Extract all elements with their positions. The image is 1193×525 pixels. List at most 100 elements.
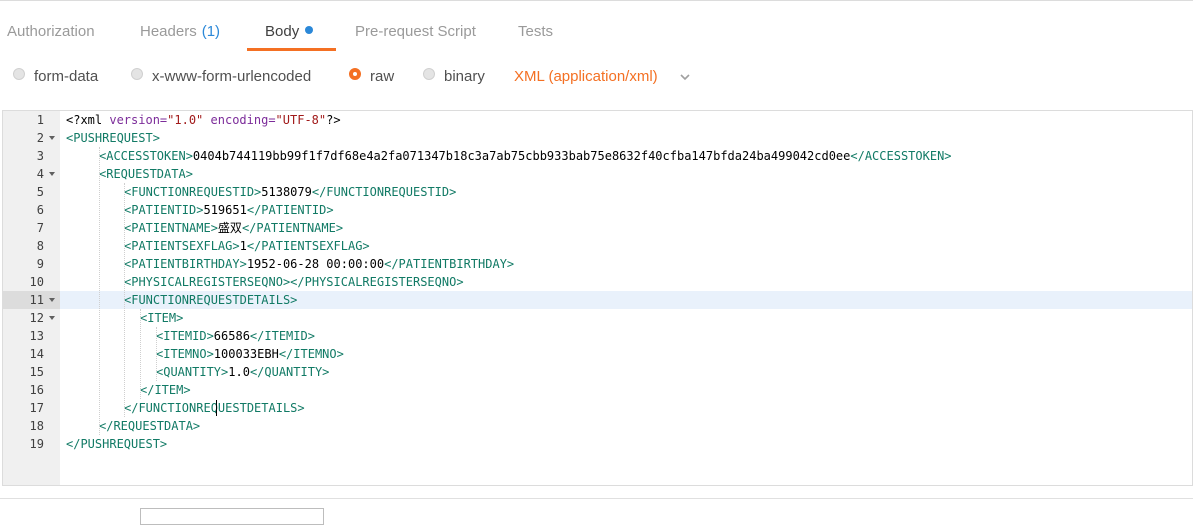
indent-guide [140, 309, 141, 399]
token-tag: </PATIENTID> [246, 203, 334, 217]
token-tag: </ITEM> [140, 383, 191, 397]
code-line[interactable]: 2 <PUSHREQUEST> [3, 129, 1192, 147]
code-text: <REQUESTDATA> [99, 165, 193, 183]
code-line[interactable]: 8 <PATIENTSEXFLAG>1</PATIENTSEXFLAG> [3, 237, 1192, 255]
request-tabs: Authorization Headers (1) Body Pre-reques… [0, 0, 1193, 51]
code-line[interactable]: 9 <PATIENTBIRTHDAY>1952-06-28 00:00:00</P… [3, 255, 1192, 273]
code-line[interactable]: 3 <ACCESSTOKEN>0404b744119bb99f1f7df68e4a… [3, 147, 1192, 165]
code-line[interactable]: 18 </REQUESTDATA> [3, 417, 1192, 435]
line-number-text: 15 [29, 365, 44, 379]
token-txt: 0404b744119bb99f1f7df68e4a2fa071347b18c3… [192, 149, 851, 163]
code-line[interactable]: 16 </ITEM> [3, 381, 1192, 399]
tab-label: Authorization [7, 23, 95, 40]
token-tag: </PATIENTNAME> [241, 221, 344, 235]
code-line[interactable]: 11 <FUNCTIONREQUESTDETAILS> [3, 291, 1192, 309]
radio-binary[interactable]: binary [423, 68, 485, 85]
code-editor[interactable]: 1 <?xml version="1.0" encoding="UTF-8"?> 2… [2, 110, 1193, 525]
code-line[interactable]: 4 <REQUESTDATA> [3, 165, 1192, 183]
token-tag: <ITEMID> [156, 329, 214, 343]
line-number: 15 [3, 363, 60, 381]
code-line[interactable]: 13 <ITEMID>66586</ITEMID> [3, 327, 1192, 345]
tab-headers[interactable]: Headers (1) [140, 23, 220, 40]
radio-label: binary [444, 68, 485, 85]
tab-label: Body [265, 23, 300, 40]
line-number-text: 13 [29, 329, 44, 343]
token-txt: 100033EBH [213, 347, 279, 361]
code-line[interactable]: 7 <PATIENTNAME>盛双</PATIENTNAME> [3, 219, 1192, 237]
code-line[interactable]: 15 <QUANTITY>1.0</QUANTITY> [3, 363, 1192, 381]
tab-label: Headers [140, 23, 197, 40]
token-attr: encoding= [210, 113, 276, 127]
code-text: <PATIENTSEXFLAG>1</PATIENTSEXFLAG> [124, 237, 370, 255]
code-text: <PATIENTNAME>盛双</PATIENTNAME> [124, 219, 343, 237]
line-number-text: 4 [36, 167, 44, 181]
code-text: <PUSHREQUEST> [66, 129, 160, 147]
code-text: <ACCESSTOKEN>0404b744119bb99f1f7df68e4a2… [99, 147, 952, 165]
fold-arrow-icon[interactable] [49, 136, 55, 140]
token-tag: </QUANTITY> [249, 365, 330, 379]
radio-form-data[interactable]: form-data [13, 68, 98, 85]
text-caret [216, 400, 217, 416]
token-tag: <PHYSICALREGISTERSEQNO></PHYSICALREGISTE… [124, 275, 464, 289]
token-txt: 1 [239, 239, 247, 253]
tab-body[interactable]: Body [265, 23, 314, 40]
line-number: 7 [3, 219, 60, 237]
token-pi [203, 113, 210, 127]
code-line[interactable]: 1 <?xml version="1.0" encoding="UTF-8"?> [3, 111, 1192, 129]
tab-authorization[interactable]: Authorization [7, 23, 95, 40]
radio-circle-icon [13, 68, 25, 80]
token-tag: <QUANTITY> [156, 365, 229, 379]
code-line[interactable]: 17 </FUNCTIONREQUESTDETAILS> [3, 399, 1192, 417]
radio-raw[interactable]: raw [349, 68, 394, 85]
token-txt: 1.0 [228, 365, 250, 379]
token-tag: </PUSHREQUEST> [66, 437, 168, 451]
code-text: <ITEMNO>100033EBH</ITEMNO> [156, 345, 344, 363]
line-number: 2 [3, 129, 60, 147]
tab-pre-request-script[interactable]: Pre-request Script [355, 23, 476, 40]
radio-x-www-form-urlencoded[interactable]: x-www-form-urlencoded [131, 68, 311, 85]
radio-circle-icon [423, 68, 435, 80]
line-number: 14 [3, 345, 60, 363]
token-tag: <PATIENTNAME> [124, 221, 218, 235]
code-line[interactable]: 14 <ITEMNO>100033EBH</ITEMNO> [3, 345, 1192, 363]
token-str: "1.0" [167, 113, 204, 127]
token-tag: <PATIENTBIRTHDAY> [124, 257, 247, 271]
line-number: 18 [3, 417, 60, 435]
token-tag: </PATIENTSEXFLAG> [246, 239, 370, 253]
line-number: 5 [3, 183, 60, 201]
line-number: 17 [3, 399, 60, 417]
tab-tests[interactable]: Tests [518, 23, 553, 40]
fold-arrow-icon[interactable] [49, 316, 55, 320]
token-tag: </FUNCTIONREQUESTDETAILS> [124, 401, 305, 415]
code-text: <PATIENTID>519651</PATIENTID> [124, 201, 334, 219]
line-number: 4 [3, 165, 60, 183]
line-number: 9 [3, 255, 60, 273]
code-line[interactable]: 12 <ITEM> [3, 309, 1192, 327]
tag-match-highlight [140, 508, 324, 525]
content-type-dropdown[interactable]: XML (application/xml) [514, 68, 690, 85]
bottom-divider [0, 498, 1193, 499]
fold-arrow-icon[interactable] [49, 298, 55, 302]
token-txt: 5138079 [261, 185, 312, 199]
code-text: <?xml version="1.0" encoding="UTF-8"?> [66, 111, 341, 129]
body-mode-selector: form-data x-www-form-urlencoded raw bina… [0, 50, 1193, 106]
line-number-text: 16 [29, 383, 44, 397]
code-line[interactable]: 6 <PATIENTID>519651</PATIENTID> [3, 201, 1192, 219]
line-number-text: 7 [36, 221, 44, 235]
line-number-text: 6 [36, 203, 44, 217]
fold-arrow-icon[interactable] [49, 172, 55, 176]
line-number-text: 1 [36, 113, 44, 127]
code-text: </ITEM> [140, 381, 191, 399]
tab-label: Pre-request Script [355, 23, 476, 40]
code-line[interactable]: 10 <PHYSICALREGISTERSEQNO></PHYSICALREGIS… [3, 273, 1192, 291]
token-tag: </ITEMID> [249, 329, 315, 343]
radio-label: form-data [34, 68, 99, 85]
code-line[interactable]: 5 <FUNCTIONREQUESTID>5138079</FUNCTIONREQ… [3, 183, 1192, 201]
code-text: <QUANTITY>1.0</QUANTITY> [156, 363, 329, 381]
line-number: 3 [3, 147, 60, 165]
code-text: <ITEMID>66586</ITEMID> [156, 327, 315, 345]
token-tag: <REQUESTDATA> [99, 167, 193, 181]
radio-label: raw [370, 68, 395, 85]
token-tag: <ITEM> [140, 311, 184, 325]
code-line[interactable]: 19 </PUSHREQUEST> [3, 435, 1192, 453]
